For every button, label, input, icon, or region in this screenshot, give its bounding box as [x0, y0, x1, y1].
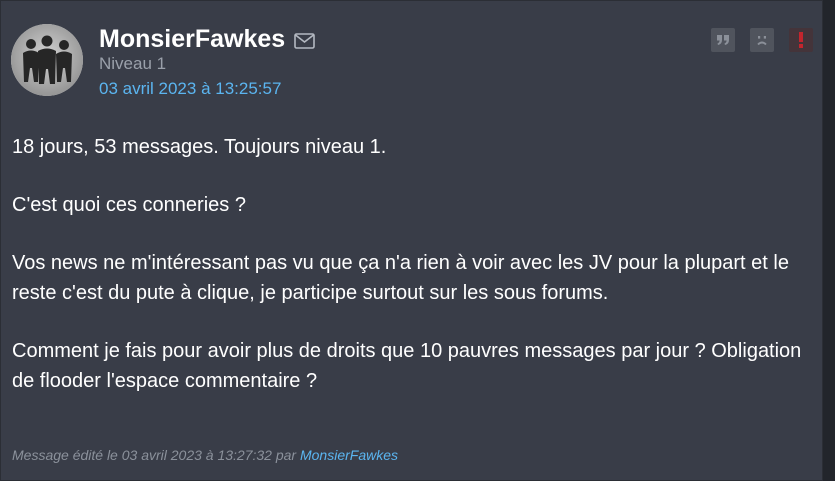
- quote-button[interactable]: [711, 28, 735, 52]
- author-level: Niveau 1: [99, 54, 167, 73]
- post-paragraph: 18 jours, 53 messages. Toujours niveau 1…: [12, 136, 387, 158]
- post-paragraph: C'est quoi ces conneries ?: [12, 194, 246, 216]
- envelope-icon[interactable]: [294, 33, 315, 49]
- report-button[interactable]: [789, 28, 813, 52]
- edit-note-text: Message édité le 03 avril 2023 à 13:27:3…: [12, 447, 300, 463]
- post-paragraph: Comment je fais pour avoir plus de droit…: [12, 340, 802, 392]
- page-gutter: [823, 0, 835, 481]
- forum-post: MonsierFawkes Niveau 1 03 avril 2023 à 1…: [0, 0, 823, 481]
- sad-face-icon: [757, 36, 767, 46]
- quote-icon: [717, 35, 729, 45]
- edit-note: Message édité le 03 avril 2023 à 13:27:3…: [12, 446, 398, 464]
- post-date-link[interactable]: 03 avril 2023 à 13:25:57: [99, 79, 281, 99]
- author-name[interactable]: MonsierFawkes: [99, 25, 285, 54]
- sad-reaction-button[interactable]: [750, 28, 774, 52]
- avatar[interactable]: [11, 24, 83, 96]
- edit-author-link[interactable]: MonsierFawkes: [300, 447, 398, 463]
- post-body: 18 jours, 53 messages. Toujours niveau 1…: [12, 132, 812, 424]
- avatar-image: [11, 24, 83, 96]
- post-paragraph: Vos news ne m'intéressant pas vu que ça …: [12, 252, 789, 304]
- exclamation-icon: [799, 32, 803, 48]
